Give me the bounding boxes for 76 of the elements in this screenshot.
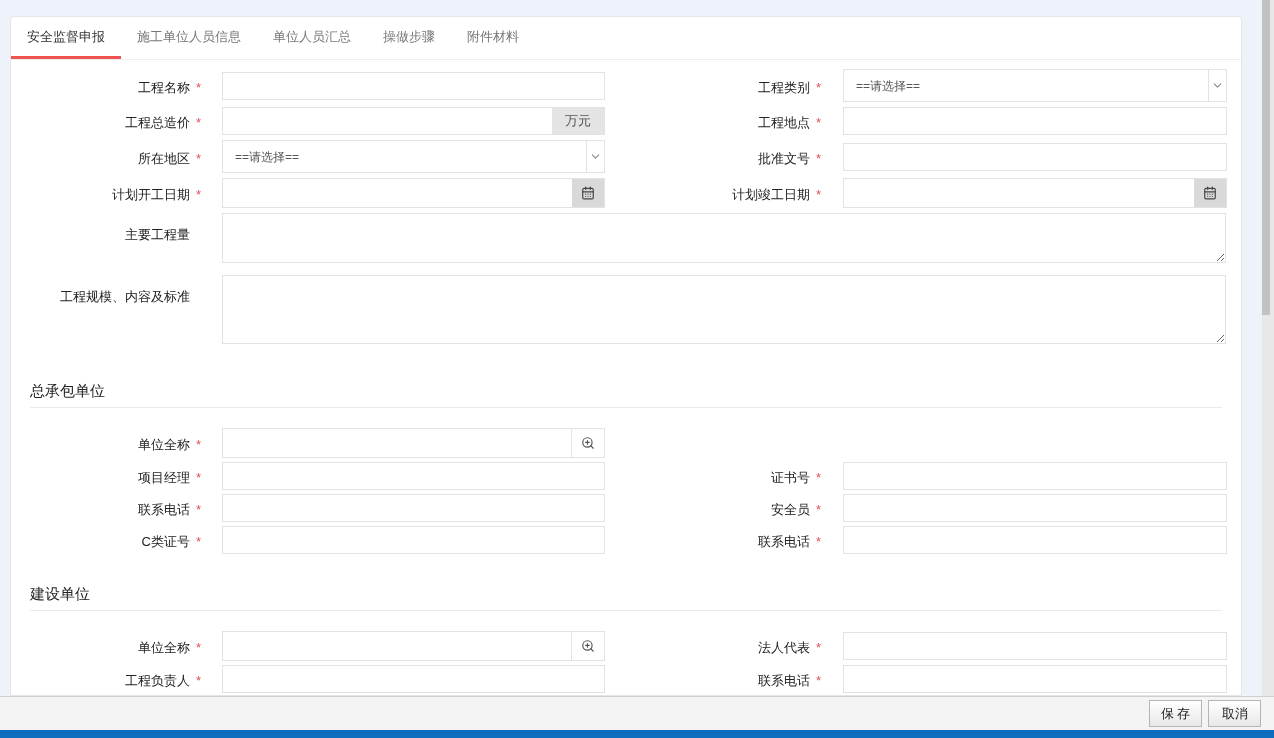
input-field[interactable] bbox=[843, 526, 1227, 554]
input-field[interactable] bbox=[843, 665, 1227, 693]
tab[interactable]: 施工单位人员信息 bbox=[121, 17, 257, 59]
input-field[interactable] bbox=[222, 665, 605, 693]
footer-button[interactable]: 取消 bbox=[1208, 700, 1261, 727]
select-field[interactable]: ==请选择== bbox=[843, 69, 1227, 102]
input-field[interactable] bbox=[222, 526, 605, 554]
search-field[interactable] bbox=[222, 631, 605, 661]
field-label: 计划竣工日期 bbox=[731, 186, 810, 205]
field-label: 计划开工日期 bbox=[111, 186, 190, 205]
input-field[interactable] bbox=[222, 494, 605, 522]
required-marker: * bbox=[815, 114, 821, 133]
required-marker: * bbox=[195, 149, 201, 168]
field-label: 联系电话 bbox=[757, 672, 810, 691]
required-marker: * bbox=[195, 186, 201, 205]
field-label: 工程总造价 bbox=[124, 114, 190, 133]
required-marker: * bbox=[195, 78, 201, 97]
date-field[interactable] bbox=[843, 178, 1227, 208]
input-field[interactable] bbox=[843, 462, 1227, 490]
field-label: 工程负责人 bbox=[124, 672, 190, 691]
calendar-icon bbox=[1203, 186, 1217, 200]
text-area[interactable] bbox=[222, 275, 1226, 344]
field-label: 法人代表 bbox=[757, 639, 810, 658]
field-label: 主要工程量 bbox=[125, 226, 190, 244]
input-field[interactable] bbox=[222, 71, 605, 100]
required-marker: * bbox=[195, 501, 201, 520]
tab[interactable]: 附件材料 bbox=[451, 17, 535, 59]
required-marker: * bbox=[195, 436, 201, 455]
zoom-in-icon bbox=[581, 639, 595, 653]
required-marker: * bbox=[815, 533, 821, 552]
scrollbar[interactable] bbox=[1262, 0, 1274, 696]
search-field[interactable] bbox=[222, 428, 605, 458]
required-marker: * bbox=[815, 672, 821, 691]
field-label: 联系电话 bbox=[757, 533, 810, 552]
section-title: 建设单位 bbox=[30, 585, 90, 602]
tab[interactable]: 安全监督申报 bbox=[11, 17, 121, 59]
input-field[interactable] bbox=[843, 142, 1227, 171]
date-field[interactable] bbox=[222, 178, 605, 208]
required-marker: * bbox=[815, 469, 821, 488]
field-label: 单位全称 bbox=[137, 639, 190, 658]
field-label: 联系电话 bbox=[137, 501, 190, 520]
field-label: 工程类别 bbox=[757, 78, 810, 97]
required-marker: * bbox=[815, 501, 821, 520]
required-marker: * bbox=[195, 114, 201, 133]
input-field[interactable] bbox=[843, 632, 1227, 660]
tab[interactable]: 单位人员汇总 bbox=[257, 17, 367, 59]
section-title: 总承包单位 bbox=[30, 382, 105, 399]
text-area[interactable] bbox=[222, 213, 1226, 263]
footer-button[interactable]: 保 存 bbox=[1149, 700, 1202, 727]
required-marker: * bbox=[195, 672, 201, 691]
required-marker: * bbox=[815, 78, 821, 97]
required-marker: * bbox=[195, 533, 201, 552]
field-label: 工程名称 bbox=[137, 78, 190, 97]
required-marker: * bbox=[815, 149, 821, 168]
required-marker: * bbox=[815, 639, 821, 658]
field-label: 项目经理 bbox=[137, 469, 190, 488]
required-marker: * bbox=[195, 639, 201, 658]
zoom-in-icon bbox=[581, 436, 595, 450]
unit-addon: 万元 bbox=[552, 108, 604, 134]
input-field[interactable]: 万元 bbox=[222, 107, 605, 135]
field-label: 工程规模、内容及标准 bbox=[60, 288, 190, 306]
field-label: 安全员 bbox=[770, 501, 810, 520]
field-label: 工程地点 bbox=[757, 114, 810, 133]
select-field[interactable]: ==请选择== bbox=[222, 140, 605, 173]
input-field[interactable] bbox=[222, 462, 605, 490]
calendar-icon bbox=[581, 186, 595, 200]
input-field[interactable] bbox=[843, 107, 1227, 135]
input-field[interactable] bbox=[843, 494, 1227, 522]
required-marker: * bbox=[195, 469, 201, 488]
tab[interactable]: 操做步骤 bbox=[367, 17, 451, 59]
field-label: 所在地区 bbox=[137, 149, 190, 168]
field-label: C类证号 bbox=[141, 533, 190, 552]
field-label: 证书号 bbox=[770, 469, 810, 488]
field-label: 批准文号 bbox=[757, 149, 810, 168]
required-marker: * bbox=[815, 186, 821, 205]
field-label: 单位全称 bbox=[137, 436, 190, 455]
